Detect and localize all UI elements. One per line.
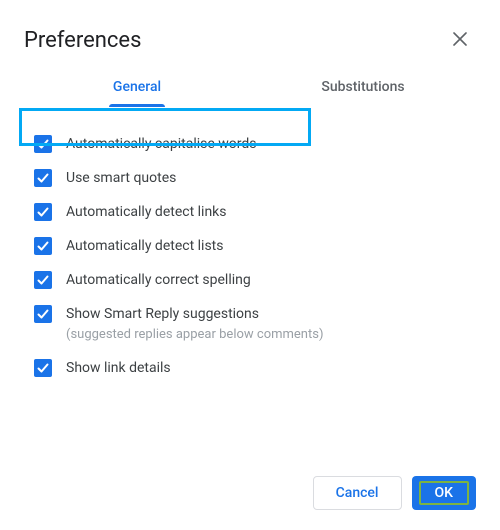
- preferences-dialog: Preferences General Substitutions Automa…: [0, 0, 500, 530]
- option-label: Show Smart Reply suggestions: [66, 304, 323, 324]
- option-label: Use smart quotes: [66, 168, 176, 188]
- option-label: Show link details: [66, 358, 171, 378]
- option-label: Automatically correct spelling: [66, 270, 251, 290]
- option-label: Automatically capitalise words: [66, 134, 257, 154]
- checkbox-detect-links[interactable]: [34, 203, 52, 221]
- options-list: Automatically capitalise words Use smart…: [24, 123, 476, 385]
- check-icon: [36, 171, 50, 185]
- option-label: Automatically detect lists: [66, 236, 223, 256]
- tabs: General Substitutions: [24, 71, 476, 107]
- option-auto-capitalise: Automatically capitalise words: [34, 127, 466, 161]
- button-label: Cancel: [336, 485, 379, 501]
- checkbox-smart-quotes[interactable]: [34, 169, 52, 187]
- checkbox-auto-capitalise[interactable]: [34, 135, 52, 153]
- option-correct-spelling: Automatically correct spelling: [34, 263, 466, 297]
- checkbox-link-details[interactable]: [34, 359, 52, 377]
- tab-general[interactable]: General: [24, 71, 250, 107]
- option-label: Automatically detect links: [66, 202, 227, 222]
- option-detect-lists: Automatically detect lists: [34, 229, 466, 263]
- checkbox-smart-reply[interactable]: [34, 305, 52, 323]
- close-button[interactable]: [444, 24, 476, 56]
- checkbox-correct-spelling[interactable]: [34, 271, 52, 289]
- dialog-title: Preferences: [24, 28, 141, 53]
- ok-button[interactable]: OK: [412, 476, 477, 510]
- check-icon: [36, 307, 50, 321]
- close-icon: [453, 30, 467, 51]
- option-detect-links: Automatically detect links: [34, 195, 466, 229]
- option-smart-reply: Show Smart Reply suggestions (suggested …: [34, 297, 466, 351]
- cancel-button[interactable]: Cancel: [313, 476, 402, 510]
- option-link-details: Show link details: [34, 351, 466, 385]
- option-sublabel: (suggested replies appear below comments…: [66, 326, 323, 344]
- check-icon: [36, 273, 50, 287]
- check-icon: [36, 205, 50, 219]
- check-icon: [36, 137, 50, 151]
- tab-label: Substitutions: [321, 79, 404, 95]
- dialog-footer: Cancel OK: [24, 460, 476, 530]
- check-icon: [36, 361, 50, 375]
- check-icon: [36, 239, 50, 253]
- button-label: OK: [435, 485, 454, 501]
- option-smart-quotes: Use smart quotes: [34, 161, 466, 195]
- dialog-header: Preferences: [24, 24, 476, 71]
- checkbox-detect-lists[interactable]: [34, 237, 52, 255]
- tab-label: General: [113, 79, 161, 95]
- tab-substitutions[interactable]: Substitutions: [250, 71, 476, 107]
